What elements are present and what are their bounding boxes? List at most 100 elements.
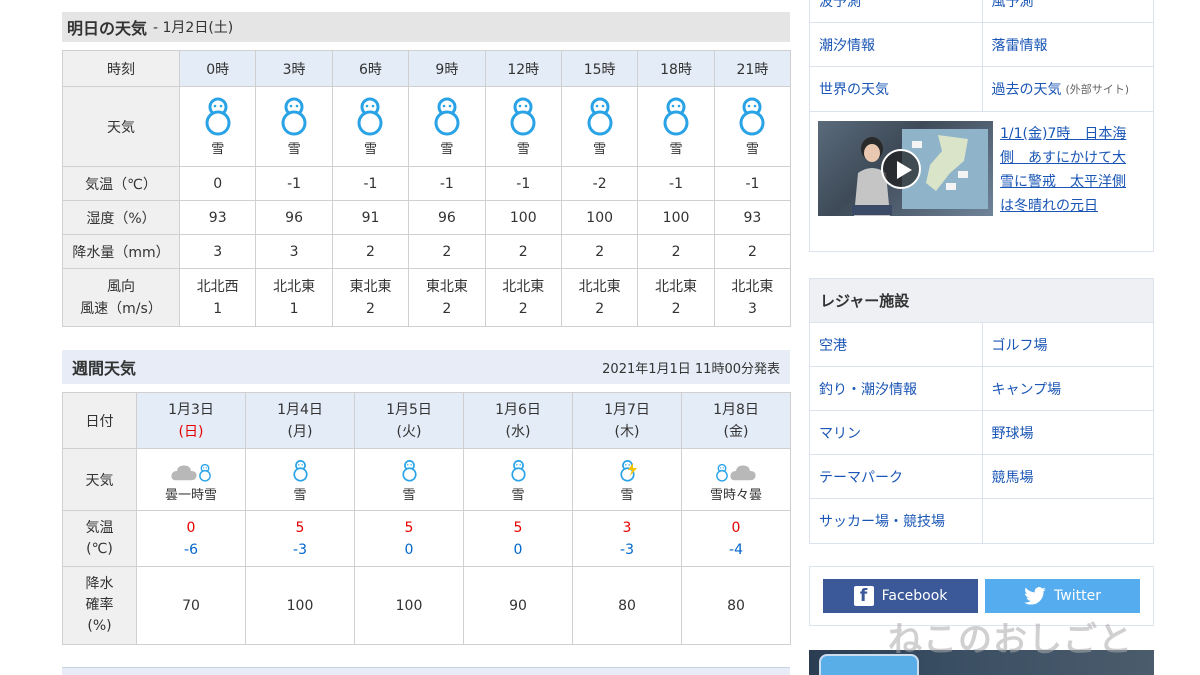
weather-condition: 雪 bbox=[287, 142, 301, 157]
day-temps: 5 -3 bbox=[245, 510, 355, 567]
pop-value: 70 bbox=[136, 566, 246, 645]
temperature-row-label: 気温（℃） bbox=[62, 166, 180, 201]
sidebar-link[interactable]: 過去の天気 (外部サイト) bbox=[981, 67, 1154, 111]
weather-condition: 雪 bbox=[211, 142, 225, 157]
temperature-value: -1 bbox=[713, 166, 792, 201]
tomorrow-title: 明日の天気 bbox=[67, 19, 148, 38]
twitter-button[interactable]: Twitter bbox=[985, 579, 1140, 613]
day-temps: 3 -3 bbox=[572, 510, 682, 567]
day-of-week: (金) bbox=[723, 423, 749, 440]
sidebar-link[interactable]: 空港 bbox=[810, 323, 982, 366]
day-weather: 雪 bbox=[354, 448, 464, 511]
low-temp: -4 bbox=[729, 541, 743, 558]
sidebar-link[interactable]: テーマパーク bbox=[810, 455, 982, 498]
day-of-week: (木) bbox=[614, 423, 640, 440]
weekly-pop-row: 降水 確率 (%) 70 100 100 90 80 80 bbox=[62, 566, 791, 645]
sidebar-link[interactable]: キャンプ場 bbox=[981, 367, 1154, 410]
sidebar-link-label[interactable]: サッカー場・競技場 bbox=[819, 511, 945, 531]
sidebar-link-label[interactable]: テーマパーク bbox=[819, 467, 903, 487]
day-of-week: (火) bbox=[396, 423, 422, 440]
sidebar-link[interactable]: 風予測 bbox=[981, 0, 1154, 22]
sidebar-link-label[interactable]: 競馬場 bbox=[992, 467, 1034, 487]
wind-cell: 北北東 3 bbox=[713, 268, 792, 327]
sidebar-link-label[interactable]: 風予測 bbox=[992, 0, 1034, 11]
tomorrow-date: - 1月2日(土) bbox=[153, 20, 234, 36]
pop-value: 80 bbox=[572, 566, 682, 645]
day-of-week: (月) bbox=[287, 423, 313, 440]
wind-speed: 2 bbox=[442, 300, 452, 317]
humidity-value: 91 bbox=[331, 200, 410, 235]
day-header: 1月8日 (金) bbox=[681, 392, 791, 449]
day-date: 1月6日 bbox=[495, 401, 541, 418]
weekly-temp-label: 気温 (℃) bbox=[62, 510, 137, 567]
weather-row: 天気 雪 雪 雪 雪 雪 雪 雪 雪 bbox=[62, 86, 792, 167]
sidebar-link-label[interactable]: マリン bbox=[819, 423, 861, 443]
hour-weather: 雪 bbox=[408, 86, 486, 167]
sidebar-link[interactable]: 波予測 bbox=[810, 0, 982, 22]
precipitation-value: 2 bbox=[637, 234, 715, 269]
wind-speed: 2 bbox=[518, 300, 528, 317]
sidebar-link-label[interactable]: 空港 bbox=[819, 335, 847, 355]
play-icon[interactable] bbox=[881, 149, 921, 189]
video-thumbnail[interactable] bbox=[818, 121, 993, 216]
sidebar-link-label[interactable]: 過去の天気 bbox=[992, 79, 1062, 99]
pop-label-line2: 確率 bbox=[85, 597, 114, 613]
snowman-icon bbox=[256, 96, 331, 136]
sidebar-link-label[interactable]: 潮汐情報 bbox=[819, 35, 875, 55]
temperature-value: -1 bbox=[637, 166, 715, 201]
facebook-icon: f bbox=[853, 586, 874, 606]
precipitation-value: 2 bbox=[408, 234, 486, 269]
hour-weather: 雪 bbox=[331, 86, 410, 167]
humidity-value: 93 bbox=[178, 200, 257, 235]
sidebar-link[interactable]: 競馬場 bbox=[981, 455, 1154, 498]
pop-value: 100 bbox=[245, 566, 355, 645]
sidebar-link-label[interactable]: キャンプ場 bbox=[992, 379, 1062, 399]
sidebar-link[interactable]: マリン bbox=[810, 411, 982, 454]
leisure-links: 空港 ゴルフ場釣り・潮汐情報 キャンプ場マリン 野球場テーマパーク 競馬場サッカー場・競… bbox=[809, 322, 1154, 544]
wind-direction: 北北西 bbox=[196, 278, 239, 295]
wind-direction: 北北東 bbox=[731, 278, 774, 295]
weather-condition: 雪 bbox=[745, 142, 759, 157]
video-card[interactable]: 1/1(金)7時 日本海側 あすにかけて大雪に警戒 太平洋側は冬晴れの元日 bbox=[809, 110, 1154, 252]
sidebar-link[interactable]: 潮汐情報 bbox=[810, 23, 982, 66]
sidebar-link[interactable]: サッカー場・競技場 bbox=[810, 499, 982, 543]
temperature-value: -1 bbox=[331, 166, 410, 201]
external-site-note: (外部サイト) bbox=[1065, 83, 1130, 96]
sidebar-link[interactable]: 世界の天気 bbox=[810, 67, 982, 111]
day-condition: 雪 bbox=[511, 487, 525, 503]
sidebar-link[interactable]: 野球場 bbox=[981, 411, 1154, 454]
sidebar-link-label[interactable]: 釣り・潮汐情報 bbox=[819, 379, 917, 399]
sidebar-link-label[interactable]: 落雷情報 bbox=[992, 35, 1048, 55]
snow-thunder-icon bbox=[573, 457, 681, 482]
twitter-bird-icon bbox=[1024, 587, 1046, 605]
cloud-snow-icon bbox=[137, 457, 245, 482]
facebook-button[interactable]: f Facebook bbox=[823, 579, 978, 613]
day-header: 1月3日 (日) bbox=[136, 392, 246, 449]
sidebar-link-label[interactable]: 波予測 bbox=[819, 0, 861, 11]
time-header: 18時 bbox=[637, 50, 715, 87]
weekly-header: 週間天気 2021年1月1日 11時00分発表 bbox=[62, 350, 790, 384]
link-row: サッカー場・競技場 bbox=[810, 499, 1153, 543]
day-weather: 雪時々曇 bbox=[681, 448, 791, 511]
precipitation-value: 3 bbox=[178, 234, 257, 269]
sidebar-link-label[interactable]: 野球場 bbox=[992, 423, 1034, 443]
sidebar-link[interactable]: ゴルフ場 bbox=[981, 323, 1154, 366]
day-date: 1月8日 bbox=[713, 401, 759, 418]
snowman-icon bbox=[333, 96, 408, 136]
next-section-edge bbox=[62, 667, 790, 675]
sidebar-link[interactable]: 釣り・潮汐情報 bbox=[810, 367, 982, 410]
wind-cell: 北北東 2 bbox=[484, 268, 562, 327]
snow-cloud-icon bbox=[682, 457, 790, 482]
sidebar-link[interactable]: 落雷情報 bbox=[981, 23, 1154, 66]
hour-weather: 雪 bbox=[713, 86, 792, 167]
sidebar-link-label[interactable]: ゴルフ場 bbox=[992, 335, 1048, 355]
wind-direction: 北北東 bbox=[655, 278, 698, 295]
humidity-value: 100 bbox=[637, 200, 715, 235]
video-caption-link[interactable]: 1/1(金)7時 日本海側 あすにかけて大雪に警戒 太平洋側は冬晴れの元日 bbox=[1000, 122, 1132, 218]
wind-row: 風向 風速（m/s） 北北西 1 北北東 1 東北東 2 東北東 2 北北東 2 北北東 2 北北東 2 北… bbox=[62, 268, 792, 327]
sidebar-link-label[interactable]: 世界の天気 bbox=[819, 79, 889, 99]
precipitation-value: 2 bbox=[713, 234, 792, 269]
humidity-value: 93 bbox=[713, 200, 792, 235]
wind-speed: 3 bbox=[747, 300, 757, 317]
temp-label-line2: (℃) bbox=[86, 540, 113, 557]
